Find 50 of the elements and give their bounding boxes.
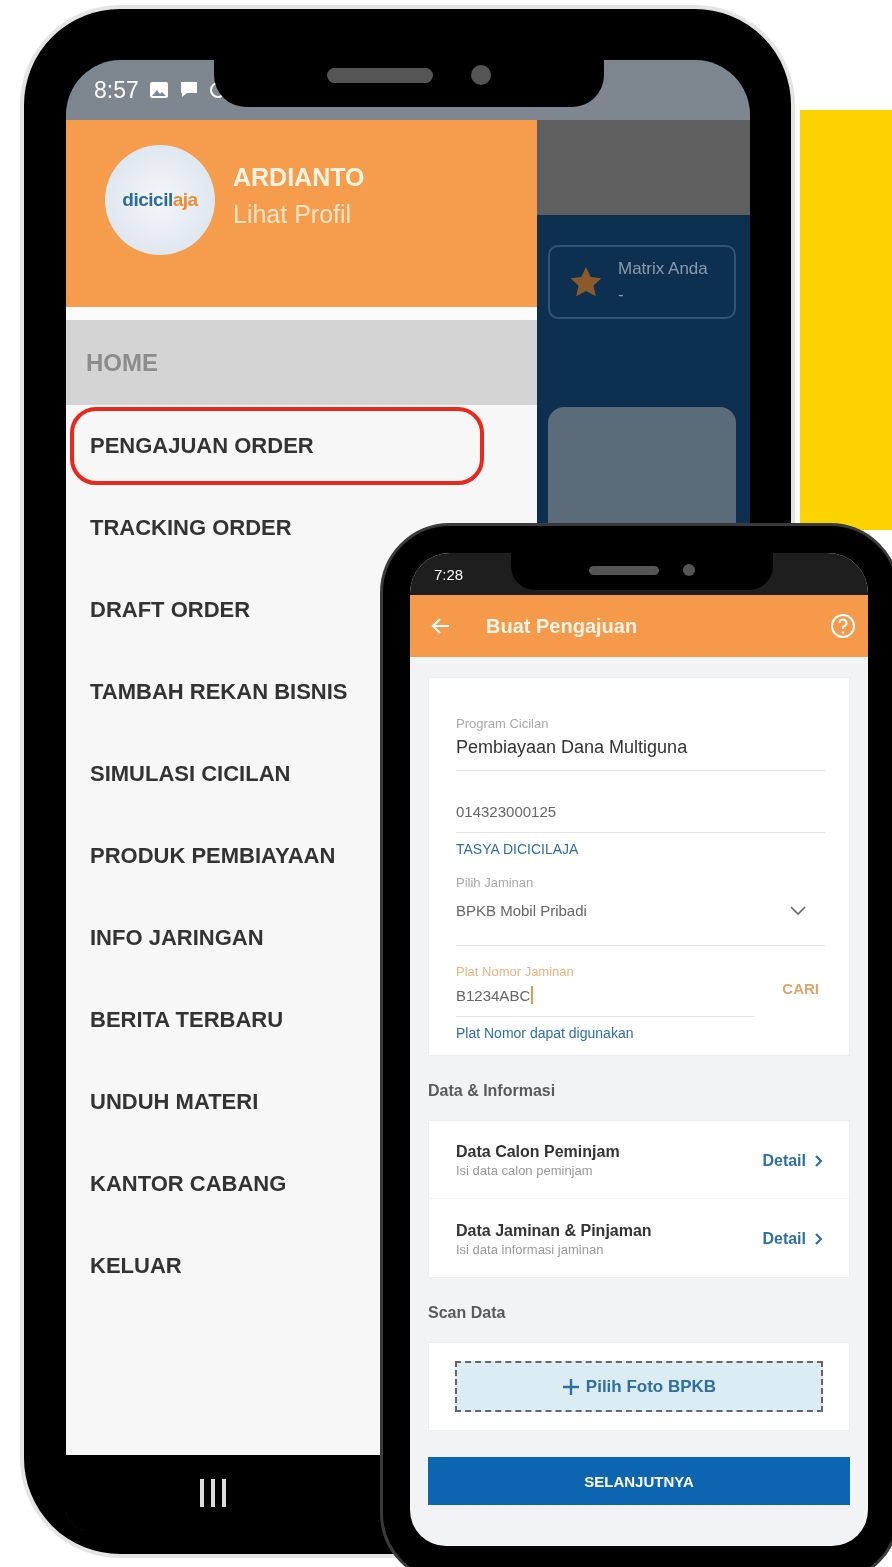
row-subtitle: Isi data informasi jaminan <box>456 1241 605 1257</box>
menu-item[interactable]: SIMULASI CICILAN <box>70 735 301 813</box>
menu-item[interactable]: TAMBAH REKAN BISNIS <box>70 653 358 731</box>
user-name: ARDIANTO <box>233 163 365 192</box>
field-label: Pilih Jaminan <box>456 875 535 890</box>
next-button[interactable]: SELANJUTNYA <box>428 1457 850 1505</box>
row-title: Data Jaminan & Pinjaman <box>456 1221 652 1240</box>
menu-item[interactable]: KANTOR CABANG <box>70 1145 297 1223</box>
menu-item[interactable]: INFO JARINGAN <box>70 899 274 977</box>
chat-icon <box>178 81 199 99</box>
avatar-logo: dicicilaja <box>105 145 215 255</box>
row-subtitle: Isi data calon peminjam <box>456 1163 594 1178</box>
image-icon <box>148 81 169 99</box>
upload-button[interactable]: Pilih Foto BPKB <box>455 1361 823 1412</box>
menu-item[interactable]: KELUAR <box>70 1227 192 1305</box>
back-arrow-icon[interactable] <box>430 616 450 636</box>
card-label: Matrix Anda <box>618 259 708 279</box>
row-title: Data Calon Peminjam <box>456 1143 620 1161</box>
menu-item[interactable]: PRODUK PEMBIAYAAN <box>70 817 346 895</box>
star-icon <box>568 265 604 299</box>
input-field[interactable]: Pembiayaan Dana Multiguna <box>456 731 825 771</box>
menu-item[interactable]: TRACKING ORDER <box>70 489 302 567</box>
recent-apps-icon <box>200 1478 226 1507</box>
dropdown-field[interactable]: BPKB Mobil Pribadi <box>456 890 825 946</box>
chevron-right-icon <box>814 1153 823 1168</box>
menu-item[interactable]: BERITA TERBARU <box>70 981 294 1059</box>
status-time: 7:28 <box>434 565 464 583</box>
menu-item[interactable]: DRAFT ORDER <box>70 571 261 649</box>
field-label: Plat Nomor Jaminan <box>456 964 575 979</box>
chevron-down-icon <box>789 905 807 916</box>
section-title: Data & Informasi <box>428 1082 557 1100</box>
chevron-right-icon <box>814 1232 823 1246</box>
help-icon[interactable] <box>830 613 856 639</box>
card-value: - <box>618 285 625 305</box>
detail-link[interactable]: Detail <box>762 1151 823 1170</box>
field-label: Program Cicilan <box>456 716 550 731</box>
list-row[interactable]: Data Jaminan & Pinjaman Isi data informasi jaminan Detail <box>429 1199 849 1277</box>
status-time: 8:57 <box>94 76 139 104</box>
plus-icon <box>561 1377 580 1396</box>
screen-title: Buat Pengajuan <box>486 614 639 638</box>
section-title: Scan Data <box>428 1304 507 1322</box>
detail-link[interactable]: Detail <box>762 1230 823 1248</box>
field-note: TASYA DICICILAJA <box>456 841 580 857</box>
field-note: Plat Nomor dapat digunakan <box>456 1025 635 1041</box>
input-field[interactable]: B1234ABC <box>456 980 755 1017</box>
section-header: HOME <box>66 320 537 405</box>
input-field[interactable]: 014323000125 <box>456 797 825 833</box>
menu-item[interactable]: PENGAJUAN ORDER <box>70 407 484 485</box>
menu-item[interactable]: UNDUH MATERI <box>70 1063 269 1141</box>
list-row[interactable]: Data Calon Peminjam Isi data calon peminjam Detail <box>429 1121 849 1199</box>
